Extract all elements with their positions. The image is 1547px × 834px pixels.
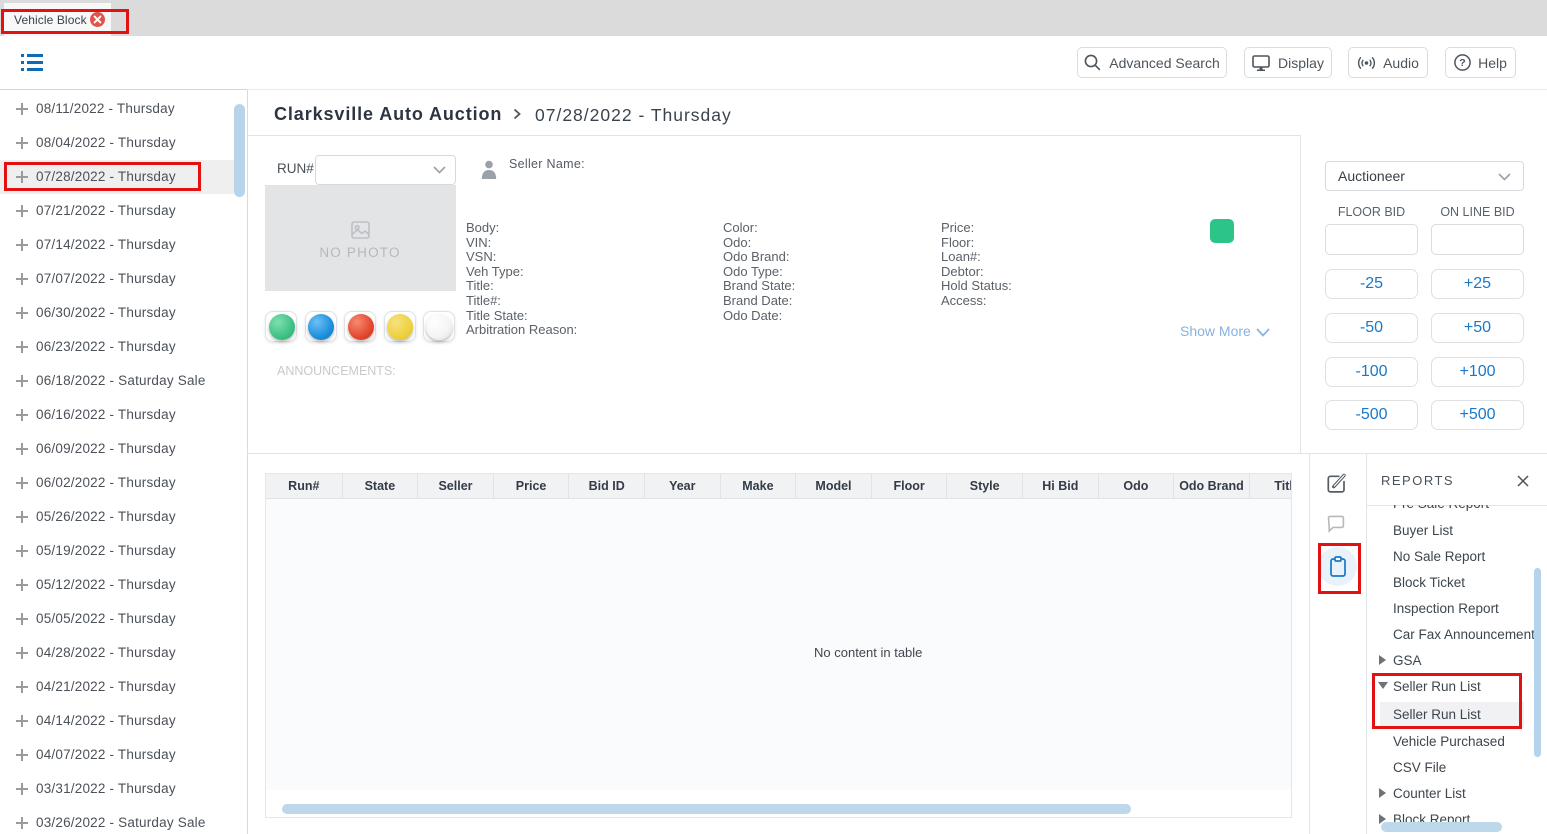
svg-text:?: ? xyxy=(1459,57,1465,69)
